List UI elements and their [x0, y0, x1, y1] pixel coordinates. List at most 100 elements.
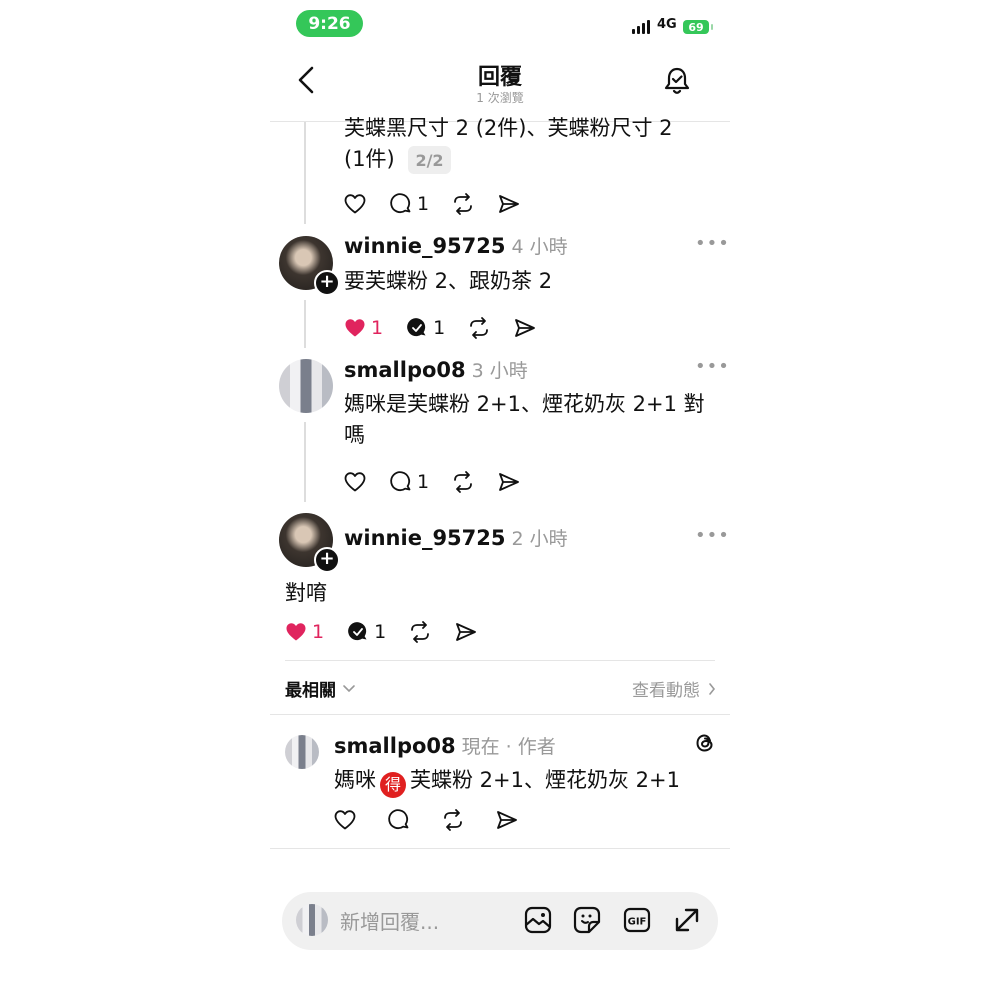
share-icon — [515, 319, 536, 337]
battery-icon: 69 — [683, 20, 713, 34]
post-text-line: 媽咪是芙蝶粉 2+1、煙花奶灰 2+1 對 — [344, 392, 705, 416]
comment-icon — [390, 193, 411, 214]
post-actions: 1 — [343, 468, 543, 496]
post-text: 對唷 — [285, 581, 327, 605]
like-count: 1 — [371, 317, 384, 339]
thread-line — [304, 122, 306, 224]
sort-label: 最相關 — [285, 681, 336, 701]
expand-icon[interactable] — [672, 905, 702, 935]
username[interactable]: winnie_95725 — [344, 526, 506, 550]
get-badge: 得 — [380, 772, 406, 798]
reply-button[interactable]: 1 — [389, 470, 429, 494]
like-button[interactable]: 1 — [343, 316, 383, 340]
sort-dropdown[interactable]: 最相關 — [285, 676, 356, 701]
view-activity-link[interactable]: 查看動態 — [632, 676, 716, 701]
post-actions — [333, 806, 541, 834]
section-divider — [270, 714, 730, 715]
repost-icon — [470, 317, 489, 339]
comment-filled-icon — [407, 318, 426, 337]
chevron-right-icon — [709, 682, 716, 695]
post-text-line: (1件) — [344, 147, 395, 171]
share-icon — [499, 195, 519, 213]
share-icon — [456, 623, 477, 641]
post-text-part: 芙蝶粉 2+1、煙花奶灰 2+1 — [410, 768, 680, 792]
section-divider — [285, 660, 715, 661]
share-icon — [497, 811, 517, 829]
bell-icon[interactable] — [663, 66, 691, 96]
like-button[interactable] — [333, 808, 357, 832]
timestamp: 4 小時 — [511, 236, 568, 258]
timestamp: 3 小時 — [471, 360, 528, 382]
follow-plus-icon[interactable]: + — [314, 270, 340, 296]
follow-plus-icon[interactable]: + — [314, 547, 340, 573]
composer-avatar — [296, 904, 328, 936]
heart-icon — [286, 623, 306, 641]
like-button[interactable] — [343, 470, 367, 494]
status-time: 9:26 — [296, 10, 363, 37]
repost-button[interactable] — [408, 620, 432, 644]
network-type: 4G — [657, 17, 677, 32]
reply-button[interactable]: 1 — [405, 316, 445, 340]
post-actions: 1 1 — [343, 314, 559, 342]
username[interactable]: winnie_95725 — [344, 234, 506, 258]
reply-count: 1 — [374, 621, 387, 643]
share-button[interactable] — [454, 620, 478, 644]
reply-count: 1 — [433, 317, 446, 339]
page-title: 回覆 — [477, 65, 522, 90]
share-button[interactable] — [497, 192, 521, 216]
view-count: 1 次瀏覽 — [476, 91, 524, 105]
heart-icon — [334, 810, 356, 830]
page-indicator: 2/2 — [408, 146, 451, 174]
gif-icon[interactable]: GIF — [622, 905, 652, 935]
comment-filled-icon — [348, 622, 367, 641]
thread-line — [304, 300, 306, 348]
post-text-line: 芙蝶黑尺寸 2 (2件)、芙蝶粉尺寸 2 — [344, 116, 673, 140]
share-button[interactable] — [513, 316, 537, 340]
image-icon[interactable] — [523, 905, 553, 935]
more-icon[interactable]: ••• — [695, 356, 730, 377]
repost-button[interactable] — [467, 316, 491, 340]
reply-input[interactable] — [338, 904, 522, 940]
like-button[interactable] — [343, 192, 367, 216]
heart-icon — [345, 319, 365, 337]
repost-button[interactable] — [451, 470, 475, 494]
avatar[interactable] — [279, 359, 333, 413]
avatar[interactable] — [285, 735, 319, 769]
chevron-down-icon — [343, 684, 355, 692]
like-button[interactable]: 1 — [284, 620, 324, 644]
share-button[interactable] — [495, 808, 519, 832]
post-text: 媽咪得芙蝶粉 2+1、煙花奶灰 2+1 — [334, 765, 680, 798]
post-text: 要芙蝶粉 2、跟奶茶 2 — [344, 269, 553, 293]
post-actions: 1 1 — [284, 618, 500, 646]
post-text-part: 媽咪 — [334, 768, 376, 792]
reply-count: 1 — [417, 471, 430, 493]
post-actions: 1 — [343, 190, 543, 218]
reply-button[interactable]: 1 — [389, 192, 429, 216]
post-header: smallpo08 現在 · 作者 — [334, 732, 556, 759]
heart-icon — [344, 194, 366, 214]
reply-button[interactable] — [387, 808, 411, 832]
post-header: winnie_95725 4 小時 — [344, 232, 568, 259]
heart-icon — [344, 472, 366, 492]
comment-icon — [388, 809, 409, 830]
share-button[interactable] — [497, 470, 521, 494]
repost-button[interactable] — [441, 808, 465, 832]
repost-icon — [444, 809, 462, 831]
like-count: 1 — [312, 621, 325, 643]
view-activity-label: 查看動態 — [632, 681, 700, 701]
threads-icon[interactable] — [693, 731, 717, 755]
reply-button[interactable]: 1 — [346, 620, 386, 644]
more-icon[interactable]: ••• — [695, 525, 730, 546]
share-icon — [499, 473, 519, 491]
repost-icon — [454, 471, 472, 493]
username[interactable]: smallpo08 — [334, 734, 456, 758]
app-screen: 9:26 4G 69 回覆 1 次瀏覽 芙蝶黑尺寸 2 (2件)、芙蝶粉尺寸 2… — [270, 0, 730, 1000]
repost-icon — [411, 621, 430, 643]
username[interactable]: smallpo08 — [344, 358, 466, 382]
sticker-icon[interactable] — [572, 905, 602, 935]
meta: 現在 · 作者 — [461, 736, 556, 758]
more-icon[interactable]: ••• — [695, 233, 730, 254]
repost-button[interactable] — [451, 192, 475, 216]
comment-icon — [390, 471, 411, 492]
timestamp: 2 小時 — [511, 528, 568, 550]
